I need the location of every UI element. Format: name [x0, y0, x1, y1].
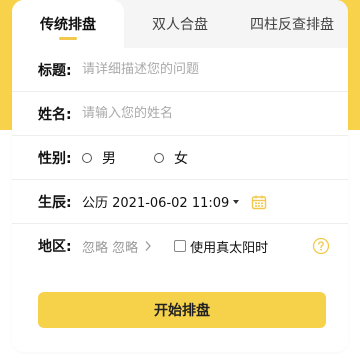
true-solar-time-checkbox[interactable]: 使用真太阳时: [174, 237, 268, 256]
gender-female-text: 女: [174, 150, 188, 167]
region-selector[interactable]: 忽略 忽略: [82, 237, 152, 256]
gender-male-option[interactable]: 男: [82, 148, 116, 168]
gender-male-text: 男: [102, 150, 116, 167]
tab-reverse[interactable]: 四柱反查排盘: [236, 0, 348, 48]
gender-row: 性别: 男 女: [12, 136, 348, 180]
name-label: 姓名:: [38, 106, 72, 123]
true-solar-time-label: 使用真太阳时: [190, 240, 269, 256]
name-row: 姓名:: [12, 92, 348, 136]
tab-couple-label: 双人合盘: [152, 17, 208, 33]
caret-down-icon: [233, 199, 240, 204]
radio-icon: [82, 152, 92, 163]
gender-label: 性别:: [38, 150, 72, 167]
calendar-icon[interactable]: [251, 194, 267, 210]
tab-active-indicator: [59, 37, 77, 40]
chevron-right-icon: [145, 241, 152, 251]
region-label: 地区:: [38, 239, 72, 255]
tab-bar: 传统排盘 双人合盘 四柱反查排盘: [12, 0, 348, 48]
start-paipan-button[interactable]: 开始排盘: [38, 292, 326, 328]
gender-female-option[interactable]: 女: [154, 148, 188, 168]
help-circle-icon[interactable]: [312, 237, 330, 255]
birth-date-value: 公历 2021-06-02 11:09: [82, 196, 230, 211]
tab-traditional-label: 传统排盘: [40, 17, 96, 33]
region-row: 地区: 忽略 忽略 使用真太阳时: [12, 224, 348, 268]
paipan-card: 传统排盘 双人合盘 四柱反查排盘 标题: 姓名: 性别: 男 女: [12, 0, 348, 352]
paipan-form: 标题: 姓名: 性别: 男 女 生辰: 公历 2021-06-02 11:09: [12, 48, 348, 268]
title-label: 标题:: [38, 62, 72, 79]
birth-row: 生辰: 公历 2021-06-02 11:09: [12, 180, 348, 224]
tab-couple[interactable]: 双人合盘: [124, 0, 236, 48]
title-row: 标题:: [12, 48, 348, 92]
tab-traditional[interactable]: 传统排盘: [12, 0, 124, 48]
birth-date-picker[interactable]: 公历 2021-06-02 11:09: [82, 192, 240, 211]
name-input[interactable]: [82, 106, 302, 121]
tab-reverse-label: 四柱反查排盘: [250, 17, 334, 33]
region-value: 忽略 忽略: [82, 240, 139, 256]
title-input[interactable]: [82, 62, 302, 77]
radio-icon: [154, 152, 164, 163]
birth-label: 生辰:: [38, 194, 72, 211]
checkbox-icon: [174, 240, 187, 252]
